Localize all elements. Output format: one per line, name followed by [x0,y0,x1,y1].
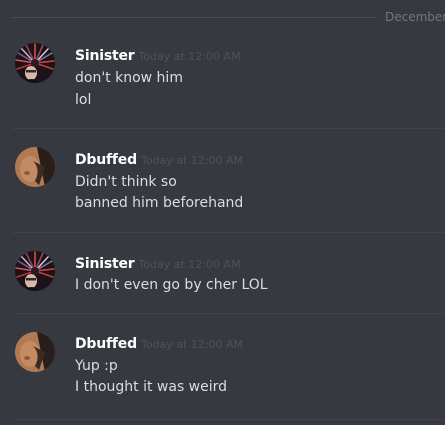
username[interactable]: Sinister [75,256,135,272]
message-header: Dbuffed Today at 12:00 AM [75,333,243,352]
message-separator [12,128,445,129]
message-text: Yup :p [75,358,118,374]
username[interactable]: Sinister [75,48,135,64]
sinister-avatar-icon[interactable] [15,251,55,291]
username[interactable]: Dbuffed [75,336,137,352]
date-divider-line [12,17,376,18]
message-header: Sinister Today at 12:00 AM [75,45,241,64]
date-divider: December [0,9,445,25]
message-separator [12,313,445,314]
username[interactable]: Dbuffed [75,152,137,168]
date-divider-label: December [385,10,445,24]
sinister-avatar-icon[interactable] [15,43,55,83]
message-text: I don't even go by cher LOL [75,277,268,293]
chat-messages-pane[interactable]: December Sinister Today at 12:00 AM don'… [0,0,445,425]
message-separator [12,419,445,420]
message-text: don't know him [75,70,183,86]
timestamp: Today at 12:00 AM [140,338,243,351]
message-text: Didn't think so [75,174,177,190]
message-header: Dbuffed Today at 12:00 AM [75,149,243,168]
dbuffed-avatar-icon[interactable] [15,147,55,187]
message-header: Sinister Today at 12:00 AM [75,253,241,272]
message-text: lol [75,92,92,108]
message-text: I thought it was weird [75,379,228,395]
timestamp: Today at 12:00 AM [138,258,241,271]
message-separator [12,232,445,233]
dbuffed-avatar-icon[interactable] [15,332,55,372]
timestamp: Today at 12:00 AM [138,50,241,63]
timestamp: Today at 12:00 AM [140,154,243,167]
message-text: banned him beforehand [75,195,244,211]
